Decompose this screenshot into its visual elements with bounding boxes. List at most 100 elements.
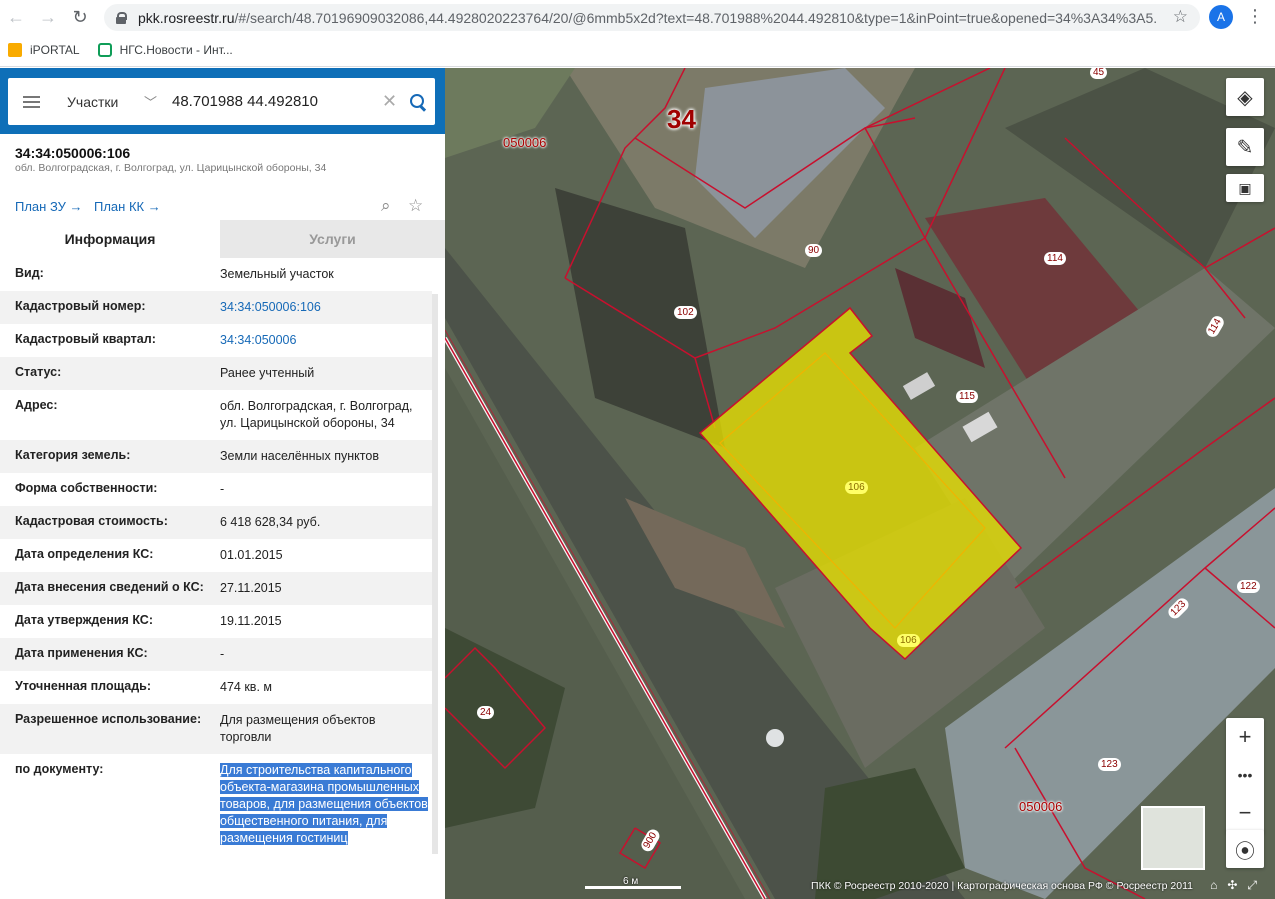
detail-key: Адрес: <box>15 398 58 412</box>
tab-info[interactable]: Информация <box>0 220 220 258</box>
detail-row: Дата утверждения КС: 19.11.2015 <box>0 605 432 638</box>
fullscreen-icon[interactable]: ▣ <box>1226 174 1264 202</box>
bookmark-star-icon[interactable]: ☆ <box>1173 7 1188 27</box>
parcel-label: 115 <box>956 390 978 403</box>
detail-key: Дата утверждения КС: <box>15 613 153 627</box>
ruler-icon[interactable]: ✎ <box>1226 128 1264 166</box>
panel-scrollbar[interactable] <box>432 294 438 854</box>
detail-value-selected[interactable]: Для строительства капитального объекта-м… <box>220 762 430 847</box>
home-icon[interactable]: ⌂ <box>1210 878 1227 892</box>
detail-key: Статус: <box>15 365 62 379</box>
compass-icon[interactable]: ⦿ <box>1226 830 1264 868</box>
detail-value: Земли населённых пунктов <box>220 449 379 463</box>
detail-value: Для размещения объектов торговли <box>220 713 376 744</box>
detail-key: Кадастровый номер: <box>15 299 146 313</box>
detail-row: Дата определения КС: 01.01.2015 <box>0 539 432 572</box>
clear-icon[interactable]: ✕ <box>382 91 397 112</box>
detail-row: Кадастровая стоимость: 6 418 628,34 руб. <box>0 506 432 539</box>
url-text[interactable]: pkk.rosreestr.ru/#/search/48.70196909032… <box>138 10 1158 26</box>
detail-row: по документу: Для строительства капитальн… <box>0 754 432 855</box>
address-bar[interactable]: pkk.rosreestr.ru/#/search/48.70196909032… <box>104 4 1200 31</box>
detail-row: Кадастровый номер: 34:34:050006:106 <box>0 291 432 324</box>
ngs-icon <box>97 43 112 57</box>
parcel-label: 45 <box>1090 68 1108 79</box>
detail-value: 6 418 628,34 руб. <box>220 515 321 529</box>
detail-row: Адрес: обл. Волгоградская, г. Волгоград, … <box>0 390 432 440</box>
details-table: Вид: Земельный участок Кадастровый номер:… <box>0 258 432 855</box>
parcel-label: 24 <box>477 706 495 719</box>
bookmarks-bar: iPORTAL НГС.Новости - Инт... <box>0 34 1275 67</box>
bookmark-ngs[interactable]: НГС.Новости - Инт... <box>97 43 233 57</box>
reload-icon[interactable]: ↻ <box>64 0 96 34</box>
lock-icon[interactable] <box>116 11 127 24</box>
plan-zu-link[interactable]: План ЗУ → <box>15 199 83 214</box>
parcel-address-subtitle: обл. Волгоградская, г. Волгоград, ул. Ца… <box>15 162 327 174</box>
detail-value: - <box>220 482 225 496</box>
menu-icon[interactable] <box>23 95 40 108</box>
detail-value: Ранее учтенный <box>220 366 315 380</box>
back-icon[interactable]: ← <box>0 0 32 34</box>
cadastral-quarter-link[interactable]: 34:34:050006 <box>220 332 430 349</box>
search-box: Участки ﹀ ✕ <box>8 78 435 125</box>
bookmark-iportal[interactable]: iPORTAL <box>8 43 80 57</box>
detail-key: Уточненная площадь: <box>15 679 152 693</box>
detail-row: Статус: Ранее учтенный <box>0 357 432 390</box>
detail-row: Дата применения КС: - <box>0 638 432 671</box>
detail-key: Кадастровая стоимость: <box>15 514 168 528</box>
parcel-label: 123 <box>1098 758 1121 771</box>
search-type-select[interactable]: Участки ﹀ <box>67 92 157 111</box>
footer-icons: ⌂✣⤢ <box>1210 878 1267 893</box>
bookmark-label: iPORTAL <box>30 43 80 57</box>
layers-icon[interactable]: ◈ <box>1226 78 1264 116</box>
info-panel: Участки ﹀ ✕ ‹ 34:34:050006:106 обл. Волг… <box>0 68 461 899</box>
selected-parcel-label: 106 <box>897 634 920 647</box>
detail-value: 474 кв. м <box>220 680 272 694</box>
cadastral-number-link[interactable]: 34:34:050006:106 <box>220 299 430 316</box>
locate-icon[interactable]: ✣ <box>1227 878 1247 892</box>
zoom-in-icon[interactable]: + <box>1226 718 1264 756</box>
map-view[interactable]: 34 050006 050006 45 90 102 114 114 115 1… <box>445 68 1275 899</box>
quarter-label: 050006 <box>503 135 547 150</box>
parcel-number-title: 34:34:050006:106 <box>15 145 131 161</box>
selected-text[interactable]: Для строительства капитального объекта-м… <box>220 763 428 845</box>
parcel-label: 122 <box>1237 580 1260 593</box>
bookmark-label: НГС.Новости - Инт... <box>119 43 233 57</box>
info-tabs: Информация Услуги <box>0 220 445 258</box>
parcel-label: 114 <box>1044 252 1066 265</box>
block-number-label: 34 <box>667 104 696 134</box>
profile-avatar[interactable]: A <box>1209 5 1233 29</box>
favorite-star-icon[interactable]: ☆ <box>408 196 423 216</box>
more-icon[interactable]: ••• <box>1226 756 1264 794</box>
search-doc-icon[interactable]: ⌕ <box>381 196 391 216</box>
detail-key: Кадастровый квартал: <box>15 332 156 346</box>
browser-toolbar: ← → ↻ pkk.rosreestr.ru/#/search/48.70196… <box>0 0 1275 34</box>
selected-parcel-label: 106 <box>845 481 868 494</box>
detail-value: обл. Волгоградская, г. Волгоград, ул. Ца… <box>220 399 413 430</box>
detail-row: Уточненная площадь: 474 кв. м <box>0 671 432 704</box>
search-input[interactable] <box>172 93 372 110</box>
search-type-label: Участки <box>67 93 119 110</box>
tab-services[interactable]: Услуги <box>220 220 445 258</box>
quarter-label: 050006 <box>1019 799 1063 814</box>
detail-key: Разрешенное использование: <box>15 712 202 726</box>
browser-menu-icon[interactable]: ⋮ <box>1246 6 1264 26</box>
zoom-out-icon[interactable]: − <box>1226 794 1264 832</box>
detail-value: 19.11.2015 <box>220 614 282 628</box>
detail-value: 01.01.2015 <box>220 548 283 562</box>
detail-key: Дата определения КС: <box>15 547 154 561</box>
detail-row: Категория земель: Земли населённых пункто… <box>0 440 432 473</box>
forward-icon[interactable]: → <box>32 0 64 34</box>
search-icon[interactable] <box>409 93 427 111</box>
detail-row: Форма собственности: - <box>0 473 432 506</box>
detail-key: по документу: <box>15 762 104 776</box>
detail-value: 27.11.2015 <box>220 581 282 595</box>
search-header: Участки ﹀ ✕ ‹ <box>0 68 461 134</box>
map-copyright: ПКК © Росреестр 2010-2020 | Картографиче… <box>811 880 1193 892</box>
detail-value: Земельный участок <box>220 267 334 281</box>
plan-kk-link[interactable]: План КК → <box>94 199 161 214</box>
detail-key: Дата применения КС: <box>15 646 148 660</box>
expand-icon[interactable]: ⤢ <box>1247 878 1267 892</box>
detail-key: Дата внесения сведений о КС: <box>15 580 204 594</box>
chevron-down-icon: ﹀ <box>143 95 157 110</box>
minimap[interactable] <box>1141 806 1205 870</box>
